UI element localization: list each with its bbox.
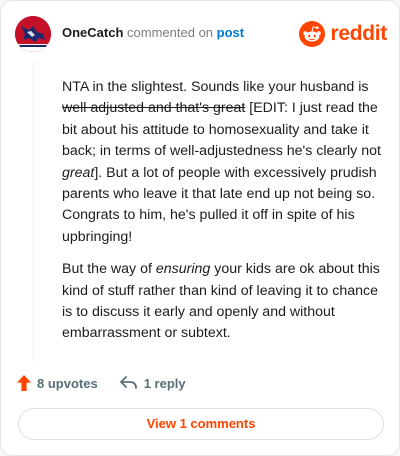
comment-card: OneCatch commented on post reddit NTA in…	[0, 0, 400, 456]
upvote-button[interactable]: 8 upvotes	[17, 375, 98, 391]
struck-text: well adjusted and that's great	[62, 100, 246, 117]
view-comments-button[interactable]: View 1 comments	[18, 408, 384, 440]
avatar[interactable]	[15, 16, 51, 52]
comment-actions: 8 upvotes 1 reply	[17, 373, 186, 393]
meta-verb: commented on	[127, 25, 214, 40]
emphasis-text: ensuring	[155, 261, 211, 278]
comment-body: NTA in the slightest. Sounds like your h…	[62, 77, 382, 356]
reply-count: 1 reply	[143, 375, 186, 391]
comment-header: OneCatch commented on post reddit	[15, 16, 387, 52]
comment-meta: OneCatch commented on post	[62, 25, 244, 41]
avatar-icon	[15, 16, 51, 52]
username-link[interactable]: OneCatch	[62, 25, 123, 40]
comment-paragraph: But the way of ensuring your kids are ok…	[62, 261, 380, 342]
post-link[interactable]: post	[217, 25, 244, 40]
emphasis-text: great	[62, 164, 95, 181]
reply-button[interactable]: 1 reply	[119, 375, 186, 391]
reddit-logo[interactable]: reddit	[299, 20, 387, 48]
upvote-arrow-icon	[17, 375, 31, 391]
reddit-snoo-icon	[299, 21, 326, 47]
upvote-count: 8 upvotes	[37, 375, 98, 391]
brand-wordmark: reddit	[330, 22, 387, 45]
comment-paragraph: NTA in the slightest. Sounds like your h…	[62, 79, 381, 245]
thread-line	[33, 61, 34, 361]
reply-arrow-icon	[119, 376, 137, 389]
